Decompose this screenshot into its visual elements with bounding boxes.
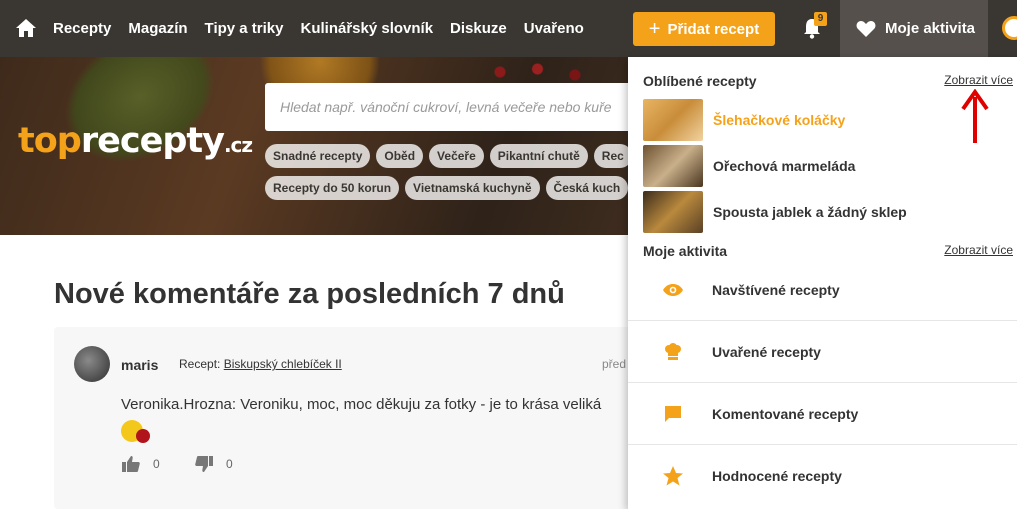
top-navigation: Recepty Magazín Tipy a triky Kulinářský … bbox=[0, 0, 1017, 57]
logo-recepty: recepty bbox=[80, 121, 225, 161]
tag-list: Snadné recepty Oběd Večeře Pikantní chut… bbox=[265, 144, 645, 208]
activity-item-label: Komentované recepty bbox=[712, 405, 859, 422]
recipe-prefix: Recept: bbox=[179, 357, 224, 371]
favorites-show-more-link[interactable]: Zobrazit více bbox=[944, 73, 1013, 87]
favorite-recipe-item[interactable]: Spousta jablek a žádný sklep bbox=[643, 191, 1003, 233]
tag-chip[interactable]: Snadné recepty bbox=[265, 144, 371, 168]
logo-top: top bbox=[18, 121, 82, 161]
tag-chip[interactable]: Pikantní chutě bbox=[489, 144, 588, 168]
nav-link-slovnik[interactable]: Kulinářský slovník bbox=[300, 20, 433, 37]
search-input[interactable]: Hledat např. vánoční cukroví, levná veče… bbox=[265, 83, 645, 131]
recipe-thumbnail bbox=[643, 145, 703, 187]
favorite-recipe-name: Ořechová marmeláda bbox=[713, 158, 856, 174]
activity-item-rated[interactable]: Hodnocené recepty bbox=[628, 445, 1017, 507]
commenter-name[interactable]: maris bbox=[121, 357, 158, 373]
add-recipe-button[interactable]: + Přidat recept bbox=[633, 12, 775, 46]
home-icon[interactable] bbox=[15, 18, 37, 38]
activity-item-label: Navštívené recepty bbox=[712, 281, 840, 298]
logo-cz: .cz bbox=[223, 133, 253, 157]
thumbs-down-icon bbox=[195, 456, 213, 472]
favorite-recipe-name: Spousta jablek a žádný sklep bbox=[713, 204, 907, 220]
activity-item-label: Hodnocené recepty bbox=[712, 468, 842, 484]
favorite-recipe-item[interactable]: Ořechová marmeláda bbox=[643, 145, 1003, 187]
nav-link-recepty[interactable]: Recepty bbox=[53, 20, 111, 37]
user-avatar[interactable] bbox=[1002, 16, 1017, 40]
activity-item-commented[interactable]: Komentované recepty bbox=[628, 383, 1017, 445]
recipe-link[interactable]: Biskupský chlebíček II bbox=[224, 357, 342, 371]
site-logo[interactable]: toprecepty.cz bbox=[18, 121, 253, 161]
commenter-avatar[interactable] bbox=[74, 346, 110, 382]
thumbs-up-icon bbox=[122, 456, 140, 472]
favorite-recipe-name: Šlehačkové koláčky bbox=[713, 112, 846, 128]
tag-chip[interactable]: Recepty do 50 korun bbox=[265, 176, 400, 200]
activity-item-label: Uvařené recepty bbox=[712, 343, 821, 360]
tag-chip[interactable]: Večeře bbox=[429, 144, 484, 168]
activity-item-cooked[interactable]: Uvařené recepty bbox=[628, 321, 1017, 383]
tag-chip[interactable]: Rec bbox=[593, 144, 632, 168]
star-icon bbox=[662, 465, 684, 487]
eye-icon bbox=[662, 279, 684, 301]
nav-link-magazin[interactable]: Magazín bbox=[128, 20, 187, 37]
annotation-arrow-icon bbox=[961, 89, 989, 143]
tag-chip[interactable]: Vietnamská kuchyně bbox=[405, 176, 540, 200]
tag-chip[interactable]: Česká kuch bbox=[545, 176, 629, 200]
dislike-count: 0 bbox=[226, 457, 233, 471]
chef-hat-icon bbox=[662, 341, 684, 363]
notification-badge: 9 bbox=[814, 12, 827, 26]
my-activity-title: Moje aktivita bbox=[643, 243, 728, 259]
rose-icon bbox=[136, 429, 150, 443]
comment-icon bbox=[662, 403, 684, 425]
tag-chip[interactable]: Oběd bbox=[376, 144, 424, 168]
nav-link-uvareno[interactable]: Uvařeno bbox=[524, 20, 584, 37]
like-button[interactable]: 0 bbox=[121, 455, 160, 473]
favorite-recipe-item[interactable]: Šlehačkové koláčky bbox=[643, 99, 1003, 141]
like-count: 0 bbox=[153, 457, 160, 471]
activity-item-visited[interactable]: Navštívené recepty bbox=[628, 259, 1017, 321]
activity-show-more-link[interactable]: Zobrazit více bbox=[944, 243, 1013, 257]
recipe-thumbnail bbox=[643, 191, 703, 233]
comment-recipe: Recept: Biskupský chlebíček II bbox=[179, 357, 342, 371]
comment-card: maris Recept: Biskupský chlebíček II pře… bbox=[54, 327, 654, 509]
recipe-thumbnail bbox=[643, 99, 703, 141]
main-menu: Recepty Magazín Tipy a triky Kulinářský … bbox=[53, 0, 584, 57]
nav-link-diskuze[interactable]: Diskuze bbox=[450, 20, 507, 37]
my-activity-label: Moje aktivita bbox=[885, 20, 976, 37]
comment-text: Veronika.Hrozna: Veroniku, moc, moc děku… bbox=[121, 396, 602, 413]
nav-link-tipy[interactable]: Tipy a triky bbox=[205, 20, 284, 37]
activity-dropdown: Oblíbené recepty Zobrazit více Šlehačkov… bbox=[628, 57, 1017, 509]
favorites-title: Oblíbené recepty bbox=[643, 73, 757, 89]
dislike-button[interactable]: 0 bbox=[194, 455, 233, 473]
heart-icon bbox=[856, 20, 876, 37]
plus-icon: + bbox=[648, 18, 661, 40]
page-title: Nové komentáře za posledních 7 dnů bbox=[54, 278, 565, 310]
comment-date: před bbox=[602, 357, 627, 371]
my-activity-button[interactable]: Moje aktivita bbox=[840, 0, 988, 57]
add-recipe-label: Přidat recept bbox=[667, 20, 760, 38]
